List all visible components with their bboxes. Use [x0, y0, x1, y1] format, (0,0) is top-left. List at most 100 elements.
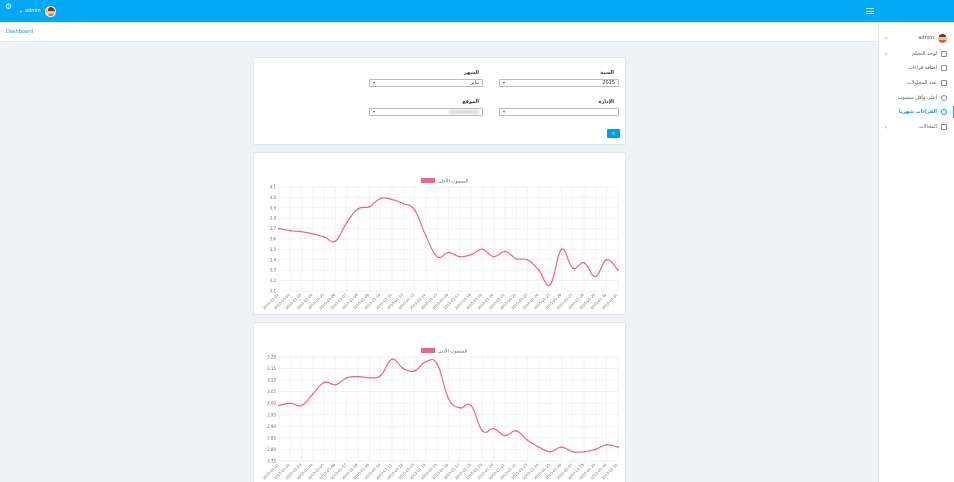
data-point [492, 427, 495, 430]
y-tick-label: 4.0 [270, 195, 277, 200]
data-point [470, 253, 472, 256]
data-point [368, 205, 371, 208]
user-menu[interactable]: ▾ admin [20, 5, 56, 17]
sidebar-item-add-readings[interactable]: اضافة قراءات [879, 62, 954, 74]
y-tick-label: 2.75 [267, 459, 276, 464]
chart-card-low: المنسوب الأدنى 3.20 3.15 3.10 3.05 3.00 2.95 2.… [253, 322, 626, 482]
legend-swatch [421, 348, 435, 353]
sidebar-item-label: لوحة التحكم [911, 51, 937, 57]
y-tick-label: 3.15 [267, 366, 276, 371]
sidebar-user[interactable]: ‹ admin [879, 32, 954, 44]
form-icon [941, 80, 947, 86]
legend-swatch [421, 178, 435, 183]
data-point [391, 198, 393, 201]
sidebar-item-monthly-readings[interactable]: القراءات شهريا [879, 106, 954, 118]
data-point [549, 450, 552, 453]
data-point [492, 255, 495, 258]
site-select[interactable]: ▾ [369, 108, 483, 116]
legend-label: المنسوب الأدنى [438, 348, 467, 355]
y-tick-label: 3.2 [270, 278, 277, 283]
month-select-value: يناير [470, 80, 479, 86]
sidebar-item-attempts[interactable]: عدد المحاولات [879, 77, 954, 89]
data-point [560, 446, 563, 449]
form-icon [941, 65, 947, 71]
data-point [515, 430, 518, 432]
month-select[interactable]: ▾ يناير [369, 79, 483, 87]
sidebar-item-high-low[interactable]: أعلى وأقل منسوب [879, 92, 954, 104]
y-tick-label: 3.6 [270, 237, 277, 242]
data-point [594, 275, 597, 278]
sidebar-item-label: أعلى وأقل منسوب [897, 95, 937, 101]
data-point [447, 251, 450, 254]
top-navbar: ⚙ ▾ admin [0, 0, 954, 22]
data-point [549, 283, 552, 286]
dashboard-icon [941, 51, 947, 57]
data-point [345, 221, 348, 224]
avatar[interactable] [44, 5, 56, 17]
data-point [605, 443, 608, 446]
data-point [357, 375, 359, 378]
sidebar-item-referrals[interactable]: ‹ المحالات [879, 121, 954, 133]
data-point [447, 397, 450, 400]
y-tick-label: 3.05 [267, 389, 276, 394]
data-point [289, 229, 292, 232]
admin-label: الإدارة [598, 99, 614, 105]
data-point [481, 430, 484, 432]
chart-legend: المنسوب الأدنى [421, 348, 467, 355]
data-point [300, 230, 303, 233]
chevron-down-icon: ▾ [503, 80, 506, 85]
data-point [583, 262, 585, 264]
gear-icon[interactable]: ⚙ [5, 3, 13, 11]
y-tick-label: 4.1 [270, 185, 277, 190]
chevron-down-icon: ▾ [503, 109, 506, 114]
hamburger-icon[interactable] [866, 8, 874, 14]
data-point [413, 369, 416, 372]
search-button[interactable]: ⌕ [607, 129, 620, 138]
sidebar-user-name: admin [918, 35, 934, 41]
data-point [458, 255, 461, 258]
breadcrumb[interactable]: Dashboard [6, 29, 33, 35]
sidebar-item-dashboard[interactable]: ‹ لوحة التحكم [879, 48, 954, 60]
caret-down-icon: ▾ [20, 8, 23, 14]
data-point [436, 363, 439, 365]
data-point [413, 208, 416, 211]
site-select-value-redacted [449, 110, 479, 114]
data-point [368, 376, 371, 379]
y-tick-label: 3.3 [270, 268, 277, 273]
y-tick-label: 3.4 [270, 257, 277, 262]
data-point [289, 402, 292, 405]
chevron-down-icon: ▾ [373, 80, 376, 85]
y-tick-label: 3.20 [267, 355, 276, 360]
chevron-left-icon: ‹ [885, 34, 888, 42]
data-point [312, 232, 314, 235]
chart-icon [941, 109, 947, 115]
data-point [504, 434, 506, 437]
data-point [345, 376, 348, 379]
sidebar: ‹ admin ‹ لوحة التحكم اضافة قراءات عدد ا… [878, 22, 954, 482]
breadcrumb-bar: Dashboard [0, 22, 878, 42]
year-select-value: 2015 [602, 80, 615, 86]
y-tick-label: 2.90 [267, 424, 276, 429]
data-point [470, 404, 472, 407]
data-point [425, 234, 427, 237]
data-point [481, 248, 484, 251]
search-icon: ⌕ [611, 130, 616, 137]
data-point [334, 383, 337, 386]
data-point [312, 393, 314, 395]
data-point [526, 439, 529, 442]
data-point [617, 446, 619, 449]
data-point [323, 236, 326, 238]
sidebar-item-label: عدد المحاولات [907, 80, 937, 86]
admin-select[interactable]: ▾ [499, 108, 619, 116]
data-point [323, 381, 326, 384]
y-tick-label: 3.00 [267, 401, 276, 406]
y-tick-label: 3.7 [270, 226, 277, 231]
data-point [334, 240, 337, 242]
data-point [571, 450, 574, 453]
data-point [538, 269, 540, 272]
data-point [583, 450, 585, 453]
data-point [436, 255, 439, 258]
data-point [504, 250, 506, 253]
year-select[interactable]: ▾ 2015 [499, 79, 619, 87]
data-point [402, 202, 405, 205]
